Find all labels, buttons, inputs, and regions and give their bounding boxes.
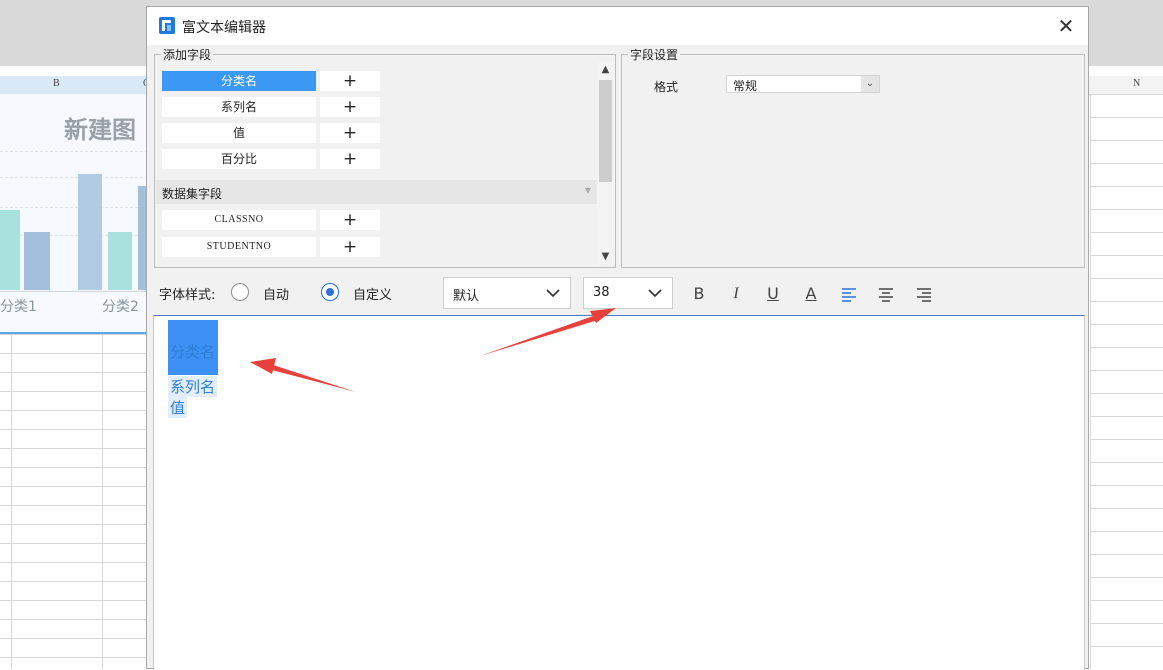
scroll-thumb[interactable] <box>599 80 612 182</box>
add-field-button[interactable]: + <box>320 71 380 91</box>
editor-token-series[interactable]: 系列名 <box>168 376 218 397</box>
dialog-titlebar[interactable]: 富文本编辑器 ✕ <box>147 7 1088 45</box>
add-field-legend: 添加字段 <box>161 46 214 63</box>
background-chart-title: 新建图 <box>64 116 136 144</box>
chevron-down-icon <box>546 289 560 298</box>
field-item-percent[interactable]: 百分比 <box>162 149 316 169</box>
dataset-fields-title: 数据集字段 <box>162 187 223 201</box>
chart-gridline <box>0 151 148 152</box>
font-size-select[interactable]: 38 <box>583 277 673 309</box>
spreadsheet-grid-right <box>1090 94 1163 669</box>
field-settings-legend: 字段设置 <box>628 46 681 63</box>
field-list-scrollbar[interactable]: ▲ ▼ <box>597 62 614 265</box>
chevron-down-icon: ⌄ <box>861 76 879 92</box>
rich-text-editor-area[interactable]: 分类名 系列名 值 <box>153 315 1085 670</box>
font-style-label: 字体样式: <box>159 288 216 303</box>
editor-token-value[interactable]: 值 <box>168 397 188 418</box>
field-item-category-name[interactable]: 分类名 <box>162 71 316 91</box>
add-field-button[interactable]: + <box>320 210 380 230</box>
dataset-fields-section[interactable]: 数据集字段 ▼ <box>156 180 597 204</box>
add-field-button[interactable]: + <box>320 97 380 117</box>
selected-column-highlight <box>0 76 150 94</box>
align-right-icon[interactable] <box>916 286 932 302</box>
scroll-up-icon[interactable]: ▲ <box>597 62 614 78</box>
chevron-down-icon <box>648 289 662 298</box>
chart-bar <box>108 232 132 290</box>
format-select[interactable]: 常规 ⌄ <box>726 75 880 93</box>
background-chart[interactable]: 新建图 分类1 分类2 <box>0 94 152 334</box>
add-field-button[interactable]: + <box>320 123 380 143</box>
font-family-value: 默认 <box>453 289 480 304</box>
radio-custom[interactable] <box>321 283 339 301</box>
font-family-select[interactable]: 默认 <box>443 277 571 309</box>
scroll-down-icon[interactable]: ▼ <box>597 249 614 265</box>
align-center-icon[interactable] <box>878 286 894 302</box>
chart-bar <box>0 210 20 290</box>
close-icon: ✕ <box>1057 14 1075 38</box>
format-select-value: 常规 <box>733 79 758 93</box>
field-settings-panel: 字段设置 格式 常规 ⌄ <box>621 46 1085 268</box>
radio-auto-label[interactable]: 自动 <box>263 284 289 303</box>
chart-bar <box>24 232 50 290</box>
spreadsheet-grid-left <box>0 334 150 669</box>
radio-custom-label[interactable]: 自定义 <box>353 284 392 303</box>
chart-x-label: 分类1 <box>0 299 37 315</box>
bold-button[interactable]: B <box>688 283 710 305</box>
font-size-value: 38 <box>593 285 610 300</box>
underline-button[interactable]: U <box>762 283 784 305</box>
close-button[interactable]: ✕ <box>1050 11 1082 41</box>
chart-gridline <box>0 177 148 178</box>
column-label-n[interactable]: N <box>1133 78 1140 89</box>
add-field-button[interactable]: + <box>320 149 380 169</box>
font-color-button[interactable]: A <box>800 283 822 305</box>
format-label: 格式 <box>654 80 679 94</box>
field-item-value[interactable]: 值 <box>162 123 316 143</box>
chart-bar <box>78 174 102 290</box>
collapse-arrow-icon[interactable]: ▼ <box>585 186 591 195</box>
dialog-title: 富文本编辑器 <box>182 20 266 36</box>
editor-token-category[interactable]: 分类名 <box>170 341 215 362</box>
field-item-studentno[interactable]: STUDENTNO <box>162 237 316 257</box>
chart-gridline <box>0 207 148 208</box>
add-field-button[interactable]: + <box>320 237 380 257</box>
field-item-classno[interactable]: CLASSNO <box>162 210 316 230</box>
radio-auto[interactable] <box>231 283 249 301</box>
add-field-panel: 添加字段 分类名 + 系列名 + 值 + 百分比 + 数据集字段 ▼ CLASS… <box>154 46 616 268</box>
rich-text-editor-dialog: 富文本编辑器 ✕ 添加字段 分类名 + 系列名 + 值 + 百分比 + 数据集字… <box>146 6 1089 670</box>
field-item-series-name[interactable]: 系列名 <box>162 97 316 117</box>
align-left-icon[interactable] <box>841 286 857 302</box>
chart-axis <box>0 291 148 292</box>
chart-x-label: 分类2 <box>102 299 139 315</box>
italic-button[interactable]: I <box>725 283 747 305</box>
field-list: 分类名 + 系列名 + 值 + 百分比 + 数据集字段 ▼ CLASSNO + <box>156 62 597 265</box>
app-logo-icon <box>159 17 175 34</box>
column-label-b[interactable]: B <box>53 78 60 89</box>
